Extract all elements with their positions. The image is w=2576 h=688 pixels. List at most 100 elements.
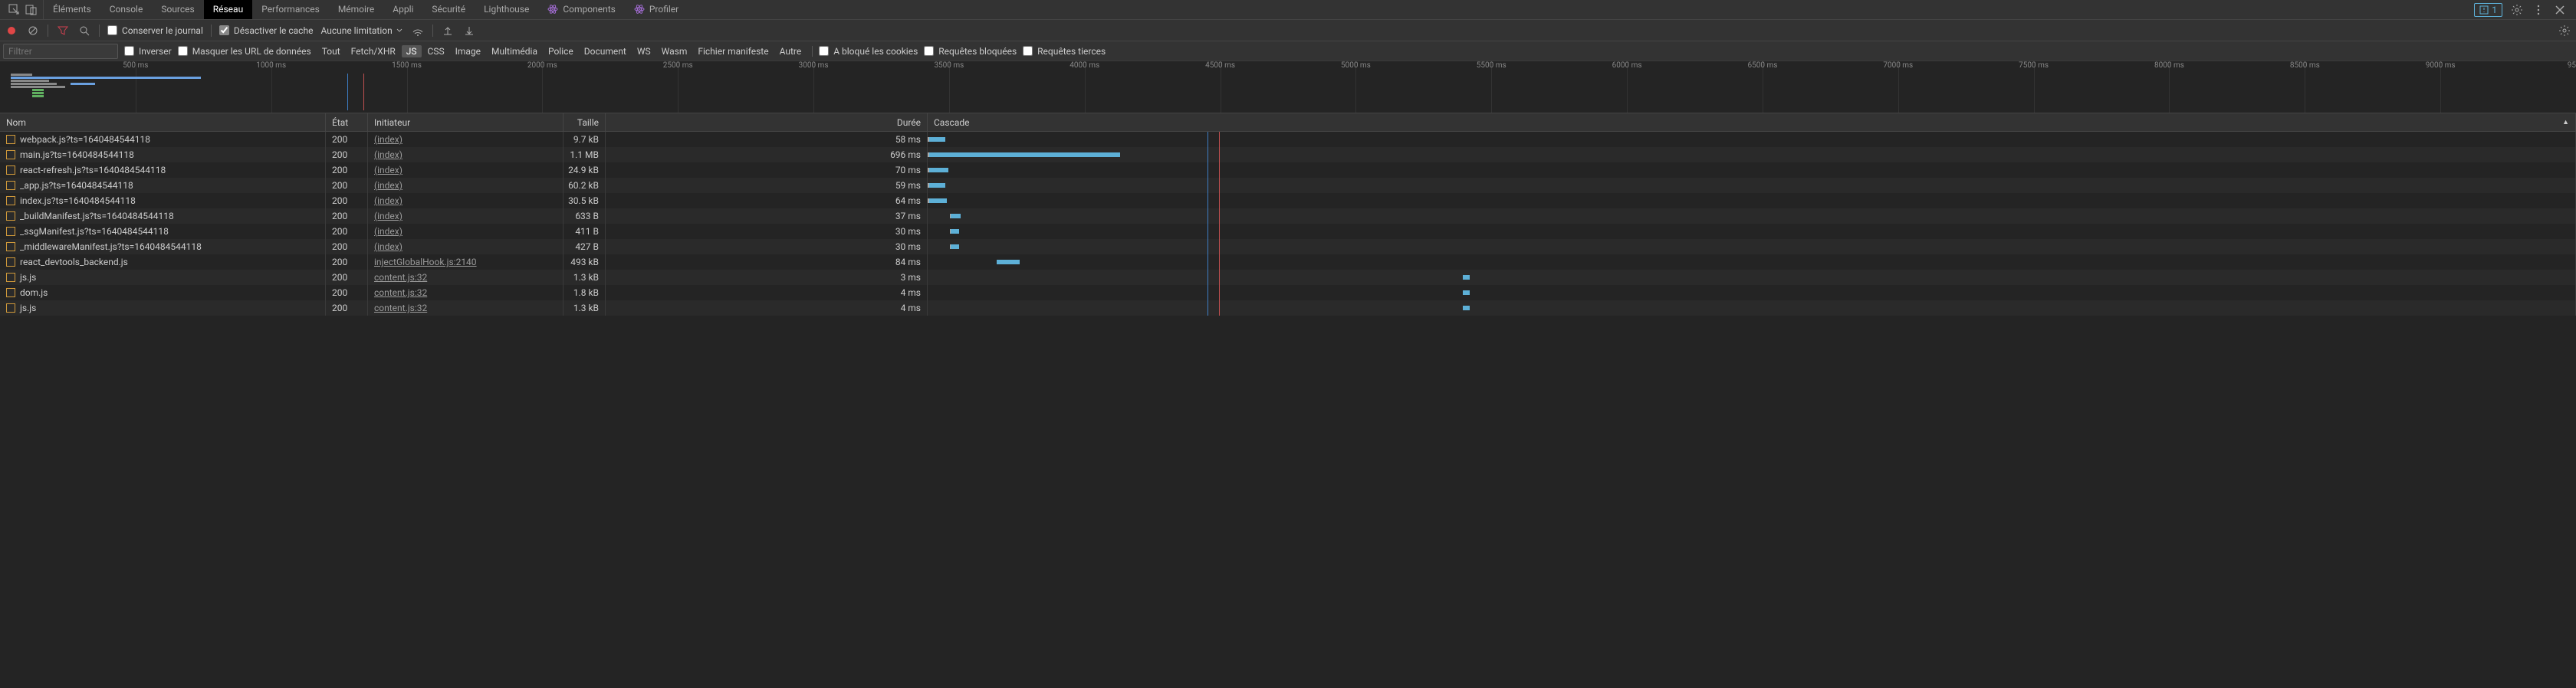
request-status: 200 xyxy=(326,147,368,162)
request-size: 427 B xyxy=(564,239,606,254)
disable-cache-checkbox[interactable]: Désactiver le cache xyxy=(219,25,314,36)
request-status: 200 xyxy=(326,132,368,147)
more-icon[interactable] xyxy=(2532,3,2545,17)
tab-mémoire[interactable]: Mémoire xyxy=(329,0,383,19)
filter-input[interactable] xyxy=(3,44,118,59)
throttling-select[interactable]: Aucune limitation xyxy=(320,25,402,36)
request-size: 9.7 kB xyxy=(564,132,606,147)
request-name: _app.js?ts=1640484544118 xyxy=(20,180,133,191)
initiator-link[interactable]: (index) xyxy=(374,134,402,145)
tab-réseau[interactable]: Réseau xyxy=(204,0,252,19)
request-status: 200 xyxy=(326,239,368,254)
table-row[interactable]: _app.js?ts=1640484544118200(index)60.2 k… xyxy=(0,178,2576,193)
initiator-link[interactable]: content.js:32 xyxy=(374,272,427,283)
table-row[interactable]: index.js?ts=1640484544118200(index)30.5 … xyxy=(0,193,2576,208)
tab-console[interactable]: Console xyxy=(100,0,153,19)
tab-label: Sources xyxy=(161,4,194,15)
request-size: 1.3 kB xyxy=(564,270,606,285)
js-file-icon xyxy=(6,288,15,297)
filter-icon[interactable] xyxy=(56,24,70,38)
tab-components[interactable]: Components xyxy=(538,0,625,19)
network-conditions-icon[interactable] xyxy=(411,24,425,38)
tab-lighthouse[interactable]: Lighthouse xyxy=(475,0,538,19)
filter-type-js[interactable]: JS xyxy=(402,45,422,57)
devtools-tabs-bar: ÉlémentsConsole Sources Réseau Performances… xyxy=(0,0,2576,20)
table-row[interactable]: react-refresh.js?ts=1640484544118200(ind… xyxy=(0,162,2576,178)
table-row[interactable]: webpack.js?ts=1640484544118200(index)9.7… xyxy=(0,132,2576,147)
network-settings-icon[interactable] xyxy=(2558,24,2571,38)
request-name: _ssgManifest.js?ts=1640484544118 xyxy=(20,226,169,237)
column-duration[interactable]: Durée xyxy=(606,113,928,131)
export-har-icon[interactable] xyxy=(462,24,476,38)
hide-data-urls-checkbox[interactable]: Masquer les URL de données xyxy=(178,46,311,57)
settings-icon[interactable] xyxy=(2510,3,2524,17)
request-status: 200 xyxy=(326,162,368,178)
table-row[interactable]: _middlewareManifest.js?ts=16404845441182… xyxy=(0,239,2576,254)
search-icon[interactable] xyxy=(77,24,91,38)
inspect-element-icon[interactable] xyxy=(8,3,21,17)
tab-label: Appli xyxy=(393,4,413,15)
tab-appli[interactable]: Appli xyxy=(383,0,422,19)
column-size[interactable]: Taille xyxy=(564,113,606,131)
table-row[interactable]: main.js?ts=1640484544118200(index)1.1 MB… xyxy=(0,147,2576,162)
filter-type-css[interactable]: CSS xyxy=(423,45,449,57)
table-row[interactable]: dom.js200content.js:321.8 kB4 ms xyxy=(0,285,2576,300)
clear-button[interactable] xyxy=(26,24,40,38)
filter-type-image[interactable]: Image xyxy=(451,45,485,57)
initiator-link[interactable]: content.js:32 xyxy=(374,303,427,313)
filter-type-police[interactable]: Police xyxy=(544,45,578,57)
filter-type-autre[interactable]: Autre xyxy=(775,45,807,57)
request-size: 60.2 kB xyxy=(564,178,606,193)
timeline-tick: 9500 xyxy=(2568,61,2576,70)
column-initiator[interactable]: Initiateur xyxy=(368,113,564,131)
filter-type-multimdia[interactable]: Multimédia xyxy=(487,45,542,57)
filter-type-fetchxhr[interactable]: Fetch/XHR xyxy=(347,45,400,57)
blocked-requests-checkbox[interactable]: Requêtes bloquées xyxy=(924,46,1017,57)
invert-checkbox[interactable]: Inverser xyxy=(124,46,172,57)
timeline-overview[interactable]: 500 ms1000 ms1500 ms2000 ms2500 ms3000 m… xyxy=(0,61,2576,113)
initiator-link[interactable]: (index) xyxy=(374,149,402,160)
tab-éléments[interactable]: Éléments xyxy=(44,0,100,19)
table-row[interactable]: js.js200content.js:321.3 kB3 ms xyxy=(0,270,2576,285)
tab-profiler[interactable]: Profiler xyxy=(625,0,688,19)
initiator-link[interactable]: (index) xyxy=(374,241,402,252)
table-row[interactable]: js.js200content.js:321.3 kB4 ms xyxy=(0,300,2576,316)
initiator-link[interactable]: (index) xyxy=(374,195,402,206)
waterfall-cell xyxy=(928,193,2576,208)
tab-label: Performances xyxy=(261,4,320,15)
tab-sources[interactable]: Sources xyxy=(152,0,203,19)
import-har-icon[interactable] xyxy=(441,24,455,38)
request-size: 30.5 kB xyxy=(564,193,606,208)
blocked-cookies-checkbox[interactable]: A bloqué les cookies xyxy=(819,46,918,57)
table-row[interactable]: _buildManifest.js?ts=1640484544118200(in… xyxy=(0,208,2576,224)
js-file-icon xyxy=(6,242,15,251)
table-row[interactable]: _ssgManifest.js?ts=1640484544118200(inde… xyxy=(0,224,2576,239)
table-row[interactable]: react_devtools_backend.js200injectGlobal… xyxy=(0,254,2576,270)
filter-type-wasm[interactable]: Wasm xyxy=(657,45,692,57)
initiator-link[interactable]: (index) xyxy=(374,165,402,175)
waterfall-cell xyxy=(928,132,2576,147)
device-toggle-icon[interactable] xyxy=(25,3,38,17)
blocked-cookies-label: A bloqué les cookies xyxy=(833,46,918,57)
issues-badge[interactable]: 1 xyxy=(2474,3,2502,17)
column-waterfall[interactable]: Cascade▲ xyxy=(928,113,2576,131)
initiator-link[interactable]: (index) xyxy=(374,226,402,237)
third-party-checkbox[interactable]: Requêtes tierces xyxy=(1023,46,1106,57)
filter-type-tout[interactable]: Tout xyxy=(317,45,345,57)
timeline-tick: 8000 ms xyxy=(2154,61,2184,70)
initiator-link[interactable]: (index) xyxy=(374,211,402,221)
close-icon[interactable] xyxy=(2553,3,2567,17)
waterfall-cell xyxy=(928,254,2576,270)
column-status[interactable]: État xyxy=(326,113,368,131)
preserve-log-checkbox[interactable]: Conserver le journal xyxy=(107,25,203,36)
tab-sécurité[interactable]: Sécurité xyxy=(422,0,475,19)
initiator-link[interactable]: injectGlobalHook.js:2140 xyxy=(374,257,477,267)
record-button[interactable] xyxy=(5,24,18,38)
initiator-link[interactable]: (index) xyxy=(374,180,402,191)
filter-type-fichiermanifeste[interactable]: Fichier manifeste xyxy=(693,45,773,57)
tab-performances[interactable]: Performances xyxy=(252,0,329,19)
initiator-link[interactable]: content.js:32 xyxy=(374,287,427,298)
column-name[interactable]: Nom xyxy=(0,113,326,131)
filter-type-ws[interactable]: WS xyxy=(632,45,656,57)
filter-type-document[interactable]: Document xyxy=(580,45,631,57)
